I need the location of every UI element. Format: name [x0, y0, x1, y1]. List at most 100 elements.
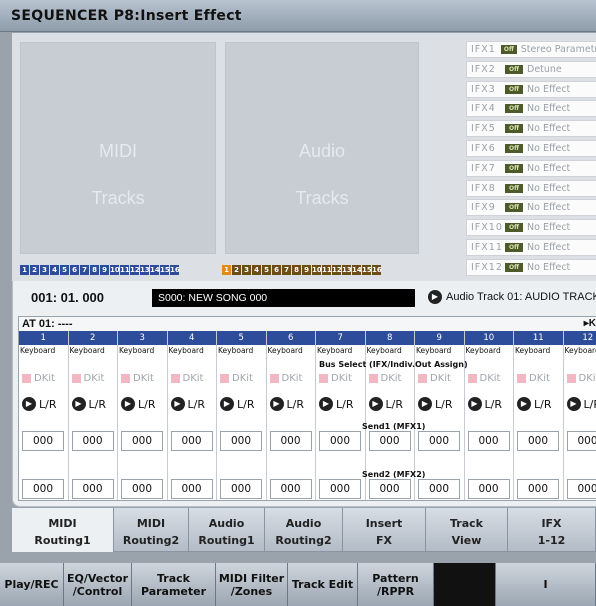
bus-select-popup[interactable]: ▶L/R: [269, 397, 304, 411]
audio-tracks-panel[interactable]: Audio Tracks: [225, 42, 419, 254]
ifx-row[interactable]: IFX1 OffStereo Parametric: [466, 41, 596, 58]
audio-track-number[interactable]: 2: [232, 265, 241, 275]
bottom-tab-eq-vector-control[interactable]: EQ/Vector/Control: [64, 563, 132, 606]
send1-value[interactable]: 000: [467, 431, 510, 451]
dkit-checkbox[interactable]: DKit: [566, 373, 596, 384]
ifx-row[interactable]: IFX4 Off No Effect: [466, 100, 596, 118]
midi-track-number[interactable]: 16: [170, 265, 180, 275]
tab-track-view[interactable]: Track View: [426, 508, 508, 552]
send2-value[interactable]: 000: [269, 479, 312, 499]
bottom-tab-track-parameter[interactable]: Track Parameter: [132, 563, 216, 606]
send2-value[interactable]: 000: [71, 479, 114, 499]
audio-track-number[interactable]: 6: [272, 265, 281, 275]
send1-value[interactable]: 000: [22, 431, 64, 451]
tab-audio-routing1[interactable]: Audio Routing1: [189, 508, 265, 552]
send1-value[interactable]: 000: [71, 431, 114, 451]
ifx-off-badge[interactable]: Off: [505, 104, 523, 114]
bus-select-popup[interactable]: ▶L/R: [319, 397, 353, 411]
dkit-checkbox[interactable]: DKit: [220, 373, 253, 384]
midi-track-number[interactable]: 15: [160, 265, 170, 275]
audio-track-number[interactable]: 3: [242, 265, 251, 275]
audio-track-number[interactable]: 8: [292, 265, 301, 275]
dkit-checkbox[interactable]: DKit: [170, 373, 203, 384]
midi-track-number[interactable]: 5: [60, 265, 69, 275]
bus-select-popup[interactable]: ▶L/R: [22, 397, 56, 411]
send2-value[interactable]: 000: [170, 479, 213, 499]
audio-track-number[interactable]: 9: [302, 265, 311, 275]
send2-value[interactable]: 000: [418, 479, 460, 499]
ifx-row[interactable]: IFX12 Off No Effect: [466, 258, 596, 276]
ifx-row[interactable]: IFX9 Off No Effect: [466, 199, 596, 217]
audio-track-number[interactable]: 11: [322, 265, 332, 275]
send2-value[interactable]: 000: [467, 479, 510, 499]
bottom-tab-i-[interactable]: I: [496, 563, 596, 606]
bus-select-popup[interactable]: ▶L/R: [121, 397, 155, 411]
dkit-checkbox[interactable]: DKit: [71, 373, 104, 384]
audio-track-number[interactable]: 16: [372, 265, 382, 275]
ifx-off-badge[interactable]: Off: [505, 183, 523, 193]
send2-value[interactable]: 000: [121, 479, 163, 499]
audio-track-number[interactable]: 4: [252, 265, 261, 275]
ifx-off-badge[interactable]: Off: [505, 143, 523, 153]
midi-track-number[interactable]: 8: [90, 265, 99, 275]
midi-track-number-strip[interactable]: 1 2 3 4 5 6 7 8 9 10 11 12 13 14 15 16: [20, 265, 180, 275]
send1-value[interactable]: 000: [517, 431, 559, 451]
send2-value[interactable]: 000: [220, 479, 262, 499]
ifx-off-badge[interactable]: Off: [505, 84, 523, 94]
audio-track-number[interactable]: 13: [342, 265, 352, 275]
bus-select-popup[interactable]: ▶L/R: [566, 397, 596, 411]
ifx-row[interactable]: IFX8 Off No Effect: [466, 179, 596, 197]
ifx-off-badge[interactable]: Off: [505, 124, 523, 134]
dkit-checkbox[interactable]: DKit: [269, 373, 302, 384]
midi-track-number[interactable]: 1: [20, 265, 29, 275]
tab-insert-fx[interactable]: Insert FX: [343, 508, 426, 552]
ifx-row[interactable]: IFX2 Off Detune: [466, 60, 596, 78]
bus-select-popup[interactable]: ▶L/R: [467, 397, 502, 411]
ifx-row[interactable]: IFX6 Off No Effect: [466, 139, 596, 157]
dkit-checkbox[interactable]: DKit: [467, 373, 500, 384]
tab-audio-routing2[interactable]: Audio Routing2: [265, 508, 343, 552]
bus-select-popup[interactable]: ▶L/R: [418, 397, 452, 411]
bus-select-popup[interactable]: ▶L/R: [517, 397, 551, 411]
send2-value[interactable]: 000: [566, 479, 596, 499]
audio-track-arrow-icon[interactable]: ▶: [428, 290, 442, 304]
send1-value[interactable]: 000: [170, 431, 213, 451]
send1-value[interactable]: 000: [368, 431, 411, 451]
tab-ifx-1-12[interactable]: IFX 1-12: [508, 508, 596, 552]
bus-select-popup[interactable]: ▶L/R: [170, 397, 205, 411]
audio-track-number[interactable]: 1: [222, 265, 231, 275]
audio-track-number[interactable]: 14: [352, 265, 362, 275]
ifx-row[interactable]: IFX5 Off No Effect: [466, 120, 596, 138]
send2-value[interactable]: 000: [22, 479, 64, 499]
send1-value[interactable]: 000: [319, 431, 361, 451]
ifx-off-badge[interactable]: Off: [505, 163, 523, 173]
audio-track-number[interactable]: 12: [332, 265, 342, 275]
midi-track-number[interactable]: 12: [130, 265, 140, 275]
midi-track-number[interactable]: 9: [100, 265, 109, 275]
ifx-off-badge[interactable]: Off: [505, 242, 523, 252]
tab-midi-routing1[interactable]: MIDI Routing1: [12, 508, 114, 552]
midi-track-number[interactable]: 10: [110, 265, 120, 275]
send1-value[interactable]: 000: [269, 431, 312, 451]
bottom-tab-midi-filter-zones[interactable]: MIDI Filter/Zones: [216, 563, 288, 606]
send1-value[interactable]: 000: [418, 431, 460, 451]
dkit-checkbox[interactable]: DKit: [22, 373, 55, 384]
send1-value[interactable]: 000: [121, 431, 163, 451]
audio-track-number[interactable]: 5: [262, 265, 271, 275]
midi-track-number[interactable]: 13: [140, 265, 150, 275]
song-name-field[interactable]: S000: NEW SONG 000: [152, 289, 415, 307]
bus-select-popup[interactable]: ▶L/R: [220, 397, 254, 411]
ifx-off-badge[interactable]: Off: [500, 45, 517, 54]
bottom-tab-pattern-rppr[interactable]: Pattern/RPPR: [358, 563, 434, 606]
dkit-checkbox[interactable]: DKit: [517, 373, 550, 384]
audio-track-select[interactable]: ▶ Audio Track 01: AUDIO TRACK 01: [428, 290, 596, 304]
ifx-row[interactable]: IFX7 Off No Effect: [466, 159, 596, 177]
ifx-off-badge[interactable]: Off: [505, 223, 523, 233]
bottom-tab-track-edit-[interactable]: Track Edit: [288, 563, 358, 606]
tab-midi-routing2[interactable]: MIDI Routing2: [114, 508, 189, 552]
dkit-checkbox[interactable]: DKit: [368, 373, 401, 384]
dkit-checkbox[interactable]: DKit: [418, 373, 451, 384]
ifx-off-badge[interactable]: Off: [505, 203, 523, 213]
send2-value[interactable]: 000: [517, 479, 559, 499]
send1-value[interactable]: 000: [220, 431, 262, 451]
